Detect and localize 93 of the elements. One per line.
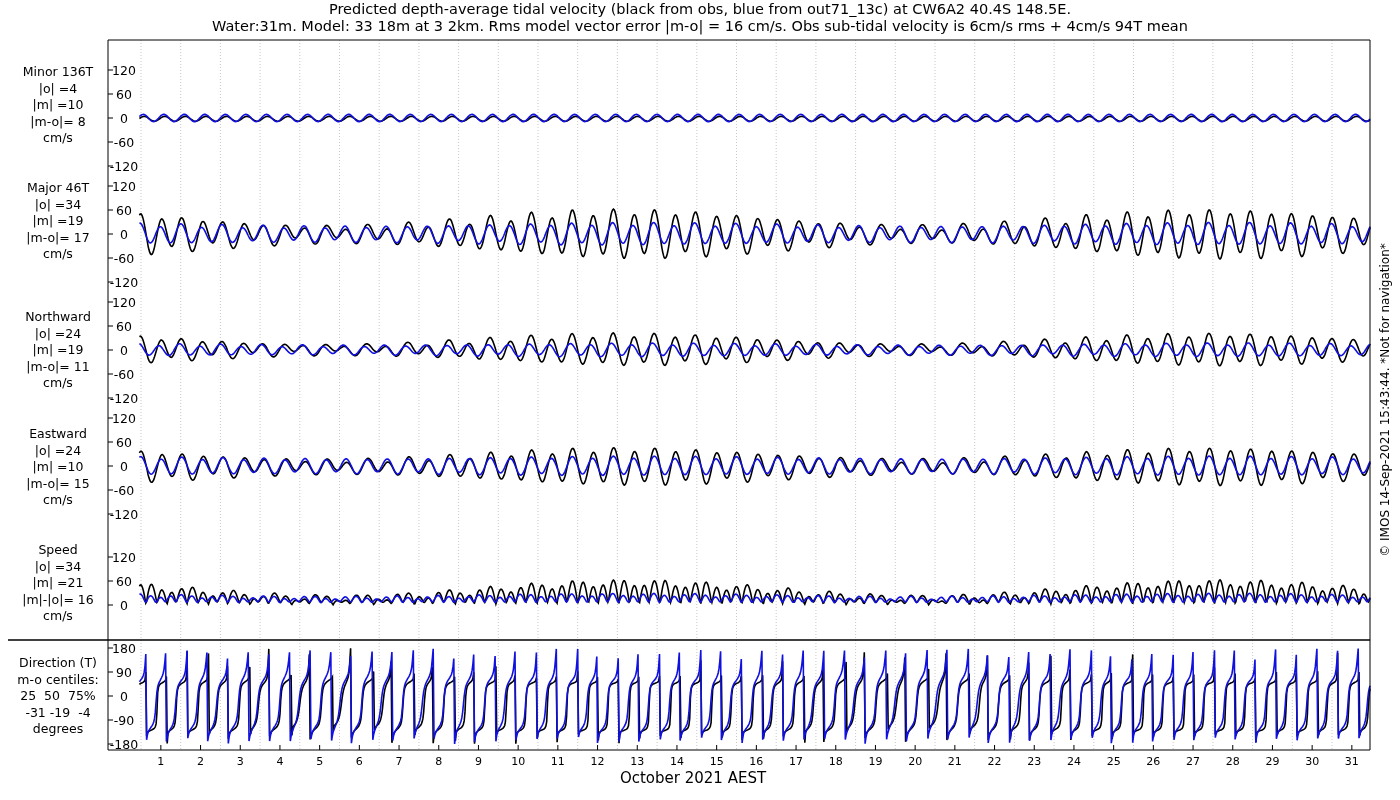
- x-axis-label: 30: [1305, 755, 1320, 768]
- y-axis-label: 120: [112, 179, 136, 194]
- panel-label: 25 50 75%: [20, 688, 96, 703]
- y-axis-label: -90: [113, 713, 135, 728]
- panel-label: |o| =34: [34, 196, 82, 212]
- panel-label: |o| =4: [38, 80, 78, 96]
- y-axis-label: 0: [120, 689, 128, 704]
- x-axis-label: 5: [316, 755, 324, 768]
- panel-label: Eastward: [29, 426, 87, 441]
- y-axis-label: -60: [113, 367, 135, 382]
- x-axis-label: 1: [157, 755, 165, 768]
- panel-label: Direction (T): [19, 655, 97, 670]
- x-axis-label: 29: [1265, 755, 1280, 768]
- x-axis-label: 17: [789, 755, 804, 768]
- panel-label: Northward: [25, 309, 91, 324]
- x-axis-label: 31: [1344, 755, 1359, 768]
- x-axis-label: 11: [550, 755, 565, 768]
- panel-label: cm/s: [43, 375, 73, 390]
- x-axis-label: 12: [590, 755, 605, 768]
- y-axis-label: 90: [116, 665, 132, 680]
- x-axis-label: 26: [1146, 755, 1161, 768]
- panel-label: |m-o|= 15: [26, 475, 90, 491]
- panel-label: cm/s: [43, 608, 73, 623]
- panel-label: |m| =10: [32, 97, 84, 112]
- x-axis-label: 14: [669, 755, 684, 768]
- y-axis-label: 0: [120, 111, 128, 126]
- x-axis-label: 6: [355, 755, 363, 768]
- panel-label: |m| =19: [32, 342, 84, 357]
- x-axis-label: 4: [276, 755, 284, 768]
- chart-title: Water:31m. Model: 33 18m at 3 2km. Rms model vector error |m-o| = 16 cm/s. Obs sub-tidal velocity is 6cm/s rms + 4cm/s 94T mean: [212, 18, 1188, 35]
- y-axis-label: -60: [113, 483, 135, 498]
- x-axis-label: 7: [395, 755, 403, 768]
- x-axis-label: 8: [435, 755, 443, 768]
- chart-title: Predicted depth-average tidal velocity (black from obs, blue from out71_13c) at CW6A2 40.4S 148.5E.: [328, 1, 1072, 18]
- y-axis-label: 120: [112, 550, 136, 565]
- x-axis-label: 13: [630, 755, 645, 768]
- x-axis-label: 20: [908, 755, 923, 768]
- panel-label: |m| =19: [32, 213, 84, 228]
- panel-label: cm/s: [43, 130, 73, 145]
- y-axis-label: 0: [120, 598, 128, 613]
- x-axis-label: 27: [1186, 755, 1201, 768]
- y-axis-label: 180: [112, 641, 136, 656]
- y-axis-label: -60: [113, 135, 135, 150]
- y-axis-label: 0: [120, 459, 128, 474]
- panel-label: |m|-|o|= 16: [22, 591, 94, 607]
- y-axis-label: -180: [109, 737, 139, 752]
- x-axis-label: 15: [709, 755, 724, 768]
- x-axis-label: 22: [987, 755, 1002, 768]
- panel-label: degrees: [32, 721, 84, 736]
- y-axis-label: 120: [112, 295, 136, 310]
- panel-label: m-o centiles:: [17, 671, 99, 687]
- y-axis-label: -120: [109, 159, 139, 174]
- y-axis-label: -120: [109, 275, 139, 290]
- panel-label: |m| =10: [32, 459, 84, 474]
- y-axis-label: 60: [116, 87, 132, 102]
- x-axis-label: 18: [828, 755, 843, 768]
- panel-label: |m-o|= 11: [26, 358, 90, 374]
- y-axis-label: 120: [112, 411, 136, 426]
- panel-label: Major 46T: [26, 180, 90, 195]
- x-axis-label: 10: [511, 755, 526, 768]
- y-axis-label: 120: [112, 63, 136, 78]
- panel-label: |m-o|= 17: [26, 229, 90, 245]
- panel-label: Speed: [38, 542, 78, 557]
- y-axis-label: 60: [116, 574, 132, 589]
- x-axis-label: 9: [474, 755, 482, 768]
- panel-label: |o| =24: [34, 325, 82, 341]
- y-axis-label: 60: [116, 203, 132, 218]
- x-axis-label: 3: [236, 755, 244, 768]
- x-axis-label: 23: [1027, 755, 1042, 768]
- panel-label: |o| =24: [34, 442, 82, 458]
- x-axis-label: 16: [749, 755, 764, 768]
- panel-label: |m| =21: [32, 575, 84, 590]
- y-axis-label: 60: [116, 319, 132, 334]
- panel-label: cm/s: [43, 492, 73, 507]
- panel-label: cm/s: [43, 246, 73, 261]
- panel-label: |o| =34: [34, 558, 82, 574]
- y-axis-label: -120: [109, 507, 139, 522]
- y-axis-label: 0: [120, 227, 128, 242]
- x-axis-label: 28: [1225, 755, 1240, 768]
- panel-label: |m-o|= 8: [30, 113, 86, 129]
- panel-label: Minor 136T: [22, 64, 94, 79]
- x-axis-label: 25: [1106, 755, 1121, 768]
- x-axis-label: 24: [1066, 755, 1081, 768]
- y-axis-label: 0: [120, 343, 128, 358]
- x-axis-label: 19: [868, 755, 883, 768]
- y-axis-label: -120: [109, 391, 139, 406]
- x-axis-label: 2: [197, 755, 205, 768]
- panel-label: -31 -19 -4: [25, 704, 91, 720]
- y-axis-label: -60: [113, 251, 135, 266]
- x-axis-label: 21: [947, 755, 962, 768]
- x-axis-title: October 2021 AEST: [619, 769, 767, 787]
- y-axis-label: 60: [116, 435, 132, 450]
- copyright-note: © IMOS 14-Sep-2021 15:43:44. *Not for navigation*: [1378, 243, 1392, 557]
